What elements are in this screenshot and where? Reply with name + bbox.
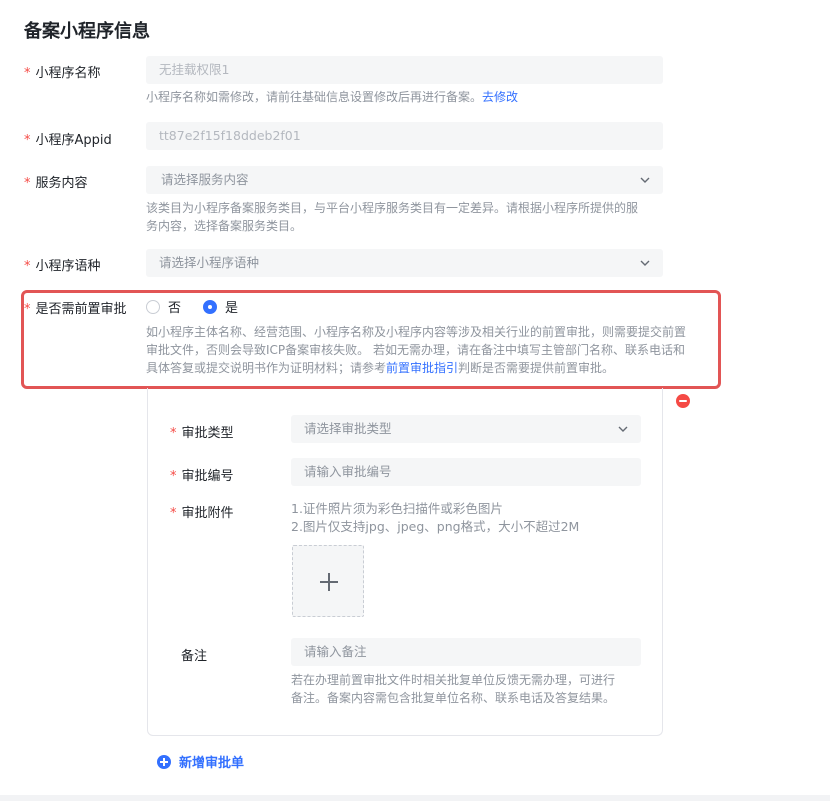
- pre-approval-hint-line2: 审批文件，否则会导致ICP备案审核失败。 若如无需办理，请在备注中填写主管部门名…: [146, 343, 685, 357]
- radio-no-label: 否: [168, 301, 182, 316]
- page-title: 备案小程序信息: [24, 21, 150, 42]
- remark-label: 备注: [181, 649, 208, 664]
- name-hint-text: 小程序名称如需修改，请前往基础信息设置修改后再进行备案。: [146, 90, 483, 104]
- remark-hint: 若在办理前置审批文件时相关批复单位反馈无需办理，可进行 备注。备案内容需包含批复…: [291, 671, 615, 707]
- radio-yes[interactable]: 是: [203, 297, 238, 316]
- footer-bar: [0, 795, 830, 801]
- plus-circle-icon: [157, 754, 171, 769]
- appid-field: tt87e2f15f18ddeb2f01: [146, 122, 663, 150]
- required-mark: *: [24, 133, 31, 148]
- remark-hint-line2: 备注。备案内容需包含批复单位名称、联系电话及答复结果。: [291, 691, 616, 705]
- required-mark: *: [170, 469, 177, 484]
- pre-approval-hint-line3: 具体答复或提交说明书作为证明材料；请参考前置审批指引判断是否需要提供前置审批。: [146, 359, 686, 377]
- language-label: * 小程序语种: [24, 255, 101, 274]
- required-mark: *: [24, 66, 31, 81]
- name-label-text: 小程序名称: [35, 66, 101, 81]
- radio-circle: [146, 299, 160, 314]
- pre-approval-hint-prefix: 具体答复或提交说明书作为证明材料；请参考: [146, 361, 387, 375]
- service-select[interactable]: 请选择服务内容: [146, 166, 663, 194]
- upload-button[interactable]: [292, 545, 364, 617]
- approval-type-placeholder: 请选择审批类型: [304, 421, 392, 436]
- pre-approval-label-text: 是否需前置审批: [35, 302, 127, 317]
- remark-input[interactable]: 请输入备注: [291, 638, 641, 666]
- required-mark: *: [24, 302, 31, 317]
- name-label: * 小程序名称: [24, 62, 101, 81]
- remark-hint-line1: 若在办理前置审批文件时相关批复单位反馈无需办理，可进行: [291, 673, 616, 687]
- required-mark: *: [24, 176, 31, 191]
- service-hint-line1: 该类目为小程序备案服务类目，与平台小程序服务类目有一定差异。请根据小程序所提供的…: [146, 201, 639, 215]
- required-mark: *: [170, 426, 177, 441]
- pre-approval-hint-line1: 如小程序主体名称、经营范围、小程序名称及小程序内容等涉及相关行业的前置审批，则需…: [146, 325, 687, 339]
- required-mark: *: [24, 259, 31, 274]
- remove-approval-icon[interactable]: [676, 394, 690, 408]
- language-select[interactable]: 请选择小程序语种: [146, 249, 663, 277]
- name-field: 无挂载权限1: [146, 56, 663, 84]
- approval-number-input[interactable]: 请输入审批编号: [291, 458, 641, 486]
- appid-label: * 小程序Appid: [24, 129, 112, 148]
- pre-approval-guide-link[interactable]: 前置审批指引: [386, 361, 458, 375]
- service-label: * 服务内容: [24, 172, 88, 191]
- add-approval-button[interactable]: 新增审批单: [157, 752, 244, 771]
- language-placeholder: 请选择小程序语种: [159, 255, 260, 270]
- add-approval-label: 新增审批单: [179, 756, 245, 771]
- chevron-down-icon: [640, 260, 650, 266]
- chevron-down-icon: [618, 426, 628, 432]
- radio-no[interactable]: 否: [146, 297, 181, 316]
- language-label-text: 小程序语种: [35, 259, 101, 274]
- attachment-rule-2: 2.图片仅支持jpg、jpeg、png格式，大小不超过2M: [291, 519, 580, 534]
- name-hint: 小程序名称如需修改，请前往基础信息设置修改后再进行备案。去修改: [146, 88, 518, 106]
- pre-approval-radio-group: 否 是: [146, 297, 260, 316]
- pre-approval-label: * 是否需前置审批: [24, 298, 127, 317]
- required-mark: *: [170, 506, 177, 521]
- appid-label-text: 小程序Appid: [35, 133, 112, 148]
- service-placeholder: 请选择服务内容: [161, 172, 249, 187]
- approval-type-label-text: 审批类型: [181, 426, 234, 441]
- approval-attachment-label-text: 审批附件: [181, 506, 234, 521]
- pre-approval-hint: 如小程序主体名称、经营范围、小程序名称及小程序内容等涉及相关行业的前置审批，则需…: [146, 323, 686, 377]
- approval-number-label-text: 审批编号: [181, 469, 234, 484]
- radio-circle: [203, 299, 218, 314]
- service-hint: 该类目为小程序备案服务类目，与平台小程序服务类目有一定差异。请根据小程序所提供的…: [146, 199, 638, 235]
- edit-name-link[interactable]: 去修改: [482, 90, 518, 104]
- attachment-rules: 1.证件照片须为彩色扫描件或彩色图片 2.图片仅支持jpg、jpeg、png格式…: [291, 500, 579, 536]
- pre-approval-hint-suffix: 判断是否需要提供前置审批。: [458, 361, 615, 375]
- approval-type-label: * 审批类型: [170, 422, 234, 441]
- chevron-down-icon: [640, 177, 650, 183]
- plus-icon: [328, 573, 330, 591]
- radio-yes-label: 是: [225, 301, 239, 316]
- attachment-rule-1: 1.证件照片须为彩色扫描件或彩色图片: [291, 501, 503, 516]
- approval-attachment-label: * 审批附件: [170, 502, 234, 521]
- service-hint-line2: 务内容，选择备案服务类目。: [146, 219, 303, 233]
- service-label-text: 服务内容: [35, 176, 88, 191]
- approval-number-label: * 审批编号: [170, 465, 234, 484]
- approval-type-select[interactable]: 请选择审批类型: [291, 415, 641, 443]
- approval-card: * 审批类型 请选择审批类型 * 审批编号 请输入审批编号 * 审批附件 1.证件照片…: [147, 388, 663, 736]
